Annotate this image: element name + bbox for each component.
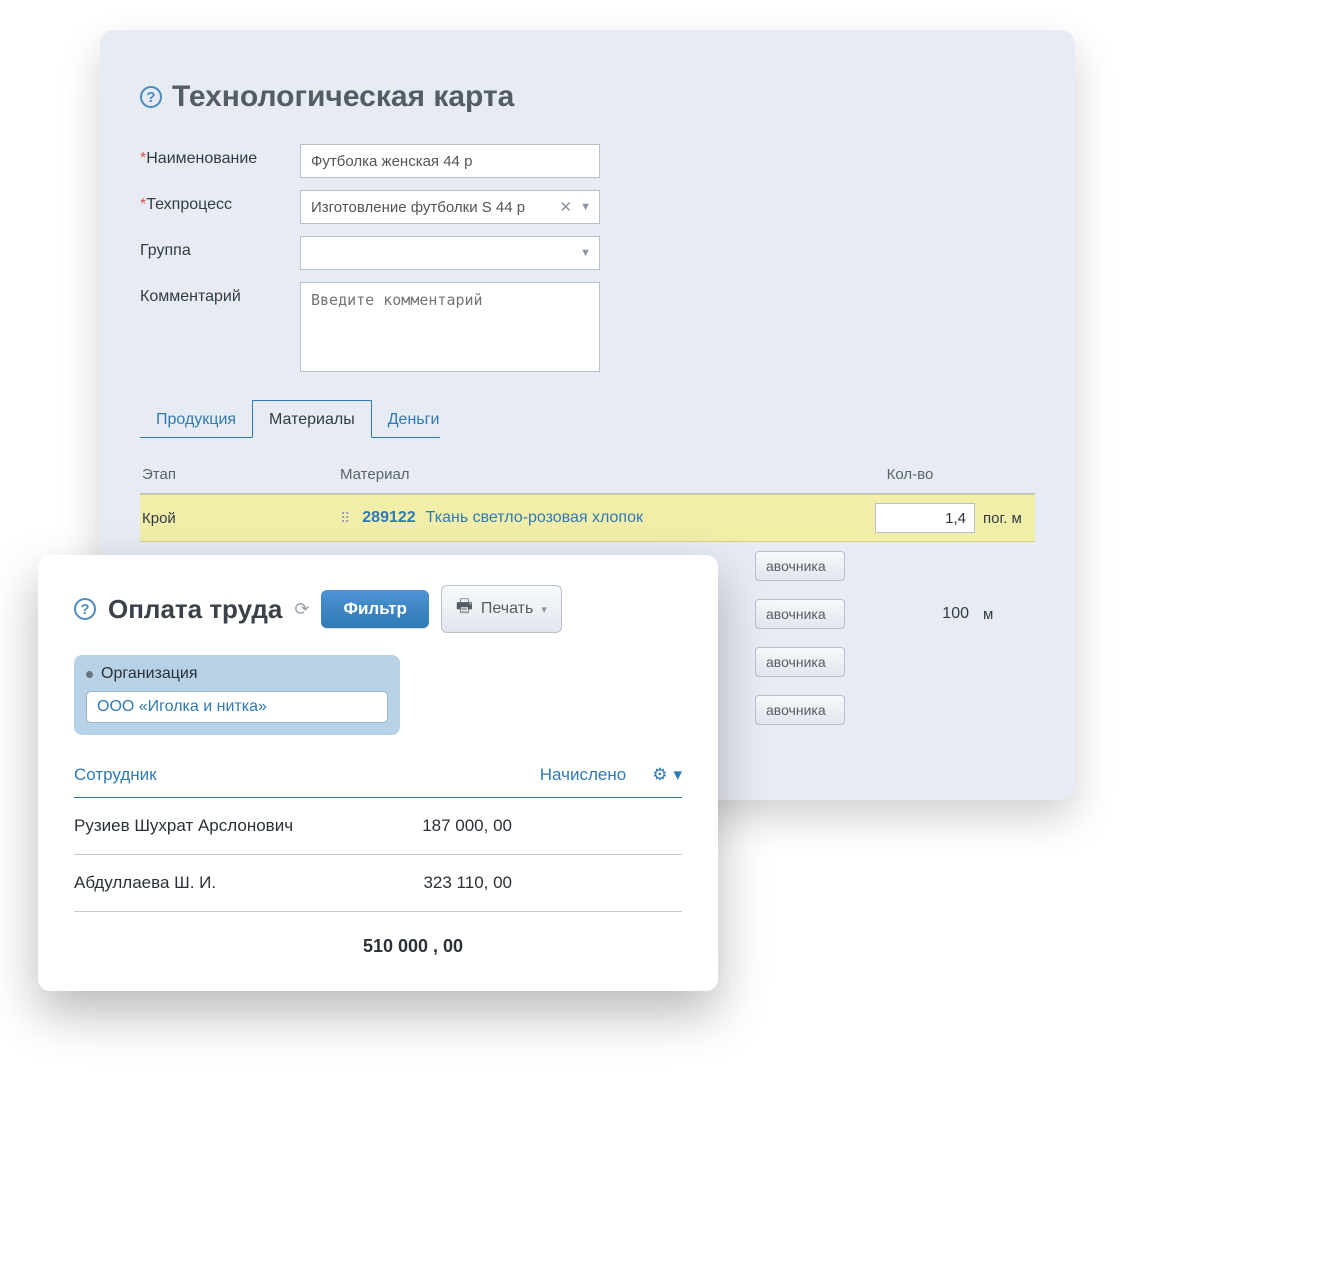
refresh-icon[interactable]: ⟳	[294, 599, 309, 620]
print-icon: 🖶	[456, 594, 473, 624]
wages-title: Оплата труда	[108, 594, 282, 625]
employee-name: Рузиев Шухрат Арслонович	[74, 816, 293, 836]
chevron-down-icon: ▾	[541, 603, 547, 616]
employee-amount: 187 000, 00	[422, 816, 682, 836]
name-label: *Наименование	[140, 144, 300, 168]
unit-label: м	[975, 606, 1035, 623]
drag-handle-icon[interactable]: ⠿	[340, 515, 352, 522]
wages-panel: ? Оплата труда ⟳ Фильтр 🖶 Печать ▾ Орган…	[38, 555, 718, 991]
clear-icon[interactable]: ✕	[560, 198, 573, 216]
group-select[interactable]: ▼	[300, 236, 600, 270]
name-input[interactable]	[300, 144, 600, 178]
table-row[interactable]: Крой ⠿ 289122 Ткань светло-розовая хлопо…	[140, 494, 1035, 542]
dot-icon	[86, 671, 93, 678]
table-row[interactable]: Абдуллаева Ш. И. 323 110, 00	[74, 855, 682, 911]
qty-input[interactable]	[875, 503, 975, 533]
directory-button[interactable]: авочника	[755, 551, 845, 581]
directory-button[interactable]: авочника	[755, 599, 845, 629]
settings-button[interactable]: ⚙ ▾	[652, 765, 682, 785]
tech-card-title: Технологическая карта	[172, 80, 514, 114]
employee-name: Абдуллаева Ш. И.	[74, 873, 216, 893]
col-material[interactable]: Материал	[340, 466, 845, 483]
wages-table: Сотрудник Начислено ⚙ ▾ Рузиев Шухрат Ар…	[74, 765, 682, 957]
group-label: Группа	[140, 236, 300, 260]
chevron-down-icon: ▾	[673, 765, 682, 785]
wages-total-row: 510 000 , 00	[74, 911, 682, 957]
comment-label: Комментарий	[140, 282, 300, 306]
print-button[interactable]: 🖶 Печать ▾	[441, 585, 562, 633]
help-icon[interactable]: ?	[140, 86, 162, 108]
tab-products[interactable]: Продукция	[140, 401, 252, 437]
tab-money[interactable]: Деньги	[372, 401, 456, 437]
col-qty[interactable]: Кол-во	[845, 466, 975, 483]
directory-button[interactable]: авочника	[755, 647, 845, 677]
row-stage: Крой	[140, 510, 340, 527]
wages-total: 510 000 , 00	[363, 936, 463, 957]
print-label: Печать	[481, 600, 533, 618]
chevron-down-icon[interactable]: ▼	[580, 201, 591, 213]
directory-button[interactable]: авочника	[755, 695, 845, 725]
col-accrued[interactable]: Начислено	[540, 765, 626, 785]
tab-materials[interactable]: Материалы	[252, 400, 372, 438]
unit-label: пог. м	[975, 510, 1035, 527]
process-label: *Техпроцесс	[140, 190, 300, 214]
col-stage[interactable]: Этап	[140, 466, 340, 483]
gear-icon: ⚙	[652, 765, 667, 785]
chevron-down-icon[interactable]: ▼	[580, 247, 591, 259]
org-filter-value[interactable]: ООО «Иголка и нитка»	[86, 691, 388, 723]
comment-textarea[interactable]	[300, 282, 600, 372]
material-name[interactable]: Ткань светло-розовая хлопок	[426, 509, 643, 527]
tabs: Продукция Материалы Деньги	[140, 400, 440, 438]
process-value: Изготовление футболки S 44 р	[311, 199, 525, 216]
help-icon[interactable]: ?	[74, 598, 96, 620]
org-filter-chip[interactable]: Организация ООО «Иголка и нитка»	[74, 655, 400, 735]
table-row[interactable]: Рузиев Шухрат Арслонович 187 000, 00	[74, 798, 682, 855]
material-code[interactable]: 289122	[362, 509, 415, 527]
col-employee[interactable]: Сотрудник	[74, 765, 157, 785]
process-select[interactable]: Изготовление футболки S 44 р ✕ ▼	[300, 190, 600, 224]
filter-button[interactable]: Фильтр	[321, 590, 428, 628]
qty-value: 100	[845, 605, 975, 623]
org-filter-label: Организация	[101, 665, 198, 683]
employee-amount: 323 110, 00	[423, 873, 682, 893]
